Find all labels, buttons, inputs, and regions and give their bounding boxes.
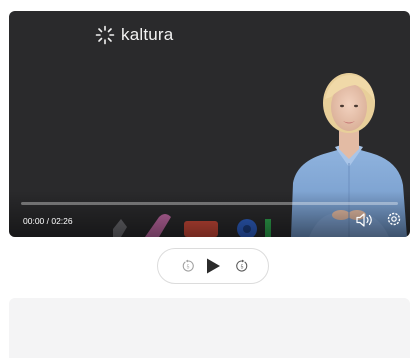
time-display: 00:00 / 02:26 [23, 216, 73, 226]
page: kaltura 00:00 / 02:26 5 5 [0, 0, 411, 358]
controls-overlay [9, 191, 410, 237]
rewind-icon: 5 [182, 259, 194, 272]
forward-icon: 5 [236, 259, 248, 272]
play-icon [207, 258, 220, 274]
svg-text:5: 5 [241, 264, 244, 270]
playback-controls: 5 5 [157, 248, 269, 284]
volume-icon [356, 213, 372, 227]
svg-text:5: 5 [187, 264, 190, 270]
settings-button[interactable] [386, 211, 402, 227]
play-button[interactable] [198, 249, 228, 283]
volume-button[interactable] [355, 212, 375, 228]
brand-logo: kaltura [95, 25, 173, 45]
logo-text: kaltura [121, 25, 174, 44]
video-player[interactable]: kaltura 00:00 / 02:26 [9, 11, 410, 237]
forward-button[interactable]: 5 [227, 249, 257, 283]
seek-bar[interactable] [21, 202, 398, 205]
kaltura-logo-icon [95, 25, 115, 45]
content-panel [9, 298, 410, 358]
settings-gear-icon [387, 212, 401, 226]
